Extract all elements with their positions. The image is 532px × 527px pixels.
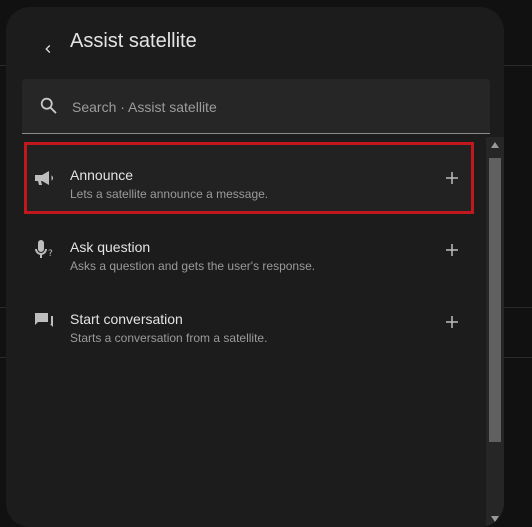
triangle-down-icon <box>491 516 499 522</box>
chevron-left-icon <box>45 45 51 53</box>
chat-icon <box>35 313 53 327</box>
scrollbar[interactable] <box>486 137 504 527</box>
back-button[interactable] <box>28 29 68 69</box>
item-label: Announce <box>70 167 134 183</box>
plus-icon <box>446 172 458 184</box>
item-description: Asks a question and gets the user's resp… <box>70 259 316 273</box>
dialog-title: Assist satellite <box>70 30 197 52</box>
scroll-up-button[interactable] <box>486 137 504 153</box>
list-item-ask-question[interactable]: ? Ask question Asks a question and gets … <box>24 214 474 286</box>
add-ask-question-button[interactable] <box>438 236 466 264</box>
dialog-header: Assist satellite <box>6 7 504 77</box>
item-description: Starts a conversation from a satellite. <box>70 331 268 345</box>
item-description: Lets a satellite announce a message. <box>70 187 269 201</box>
add-start-conversation-button[interactable] <box>438 308 466 336</box>
search-field[interactable] <box>22 79 490 135</box>
search-icon <box>40 97 57 114</box>
microphone-question-icon: ? <box>35 240 53 259</box>
triangle-up-icon <box>491 142 499 148</box>
list-item-announce[interactable]: Announce Lets a satellite announce a mes… <box>24 142 474 214</box>
add-announce-button[interactable] <box>438 164 466 192</box>
search-input[interactable] <box>70 79 480 135</box>
list-item-start-conversation[interactable]: Start conversation Starts a conversation… <box>24 286 474 358</box>
item-label: Ask question <box>70 239 151 255</box>
megaphone-icon <box>35 171 53 185</box>
action-list: Announce Lets a satellite announce a mes… <box>6 137 484 527</box>
scrollbar-thumb[interactable] <box>489 158 501 442</box>
plus-icon <box>446 244 458 256</box>
svg-text:?: ? <box>48 249 53 259</box>
add-action-dialog: Assist satellite Announce Lets a satelli… <box>6 7 504 527</box>
item-label: Start conversation <box>70 311 183 327</box>
plus-icon <box>446 316 458 328</box>
